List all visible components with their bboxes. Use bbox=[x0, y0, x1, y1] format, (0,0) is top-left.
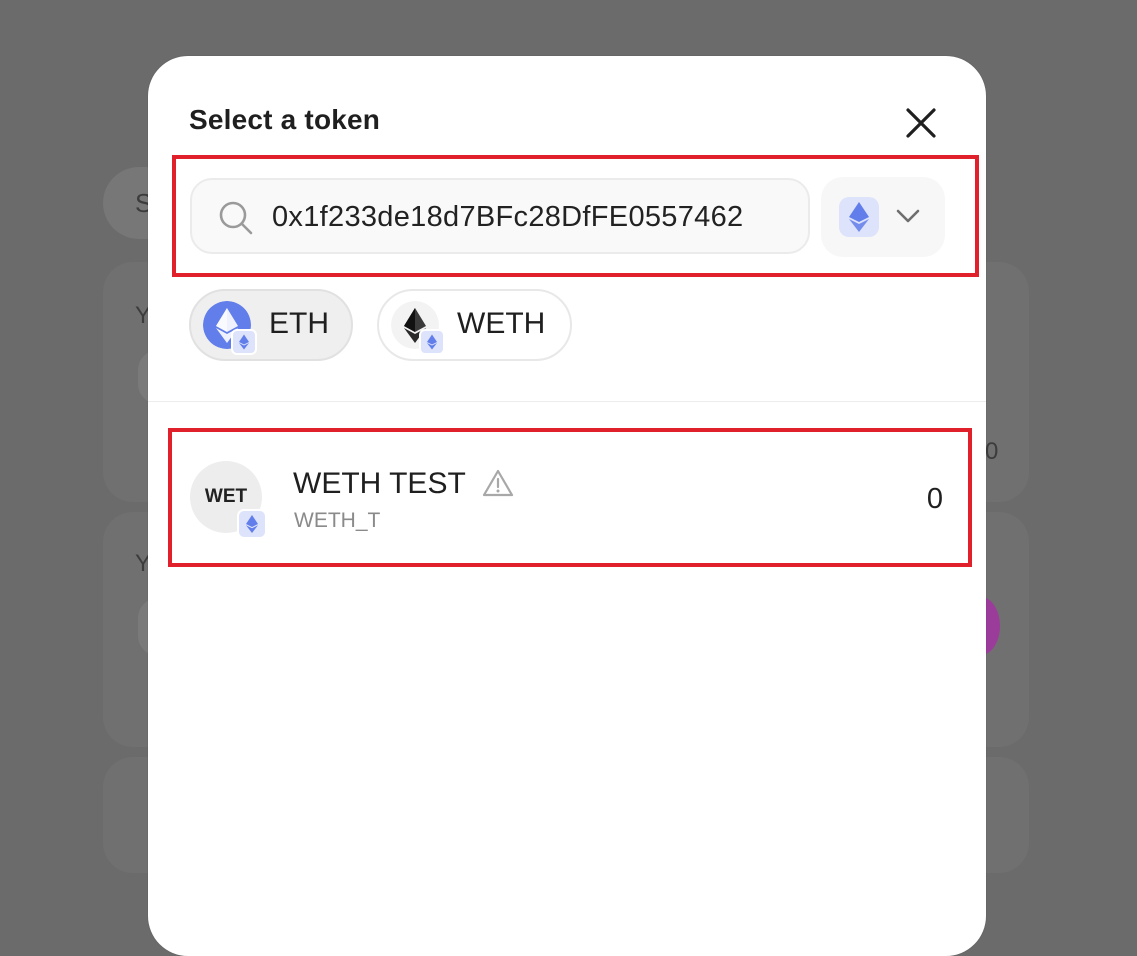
ethereum-icon bbox=[239, 334, 249, 350]
highlight-box-token-row bbox=[168, 428, 972, 567]
quick-token-label: WETH bbox=[457, 307, 546, 340]
quick-token-eth[interactable]: ETH bbox=[189, 289, 353, 361]
chain-badge bbox=[231, 329, 257, 355]
chain-badge bbox=[419, 329, 445, 355]
quick-token-weth[interactable]: WETH bbox=[377, 289, 572, 361]
ethereum-icon bbox=[427, 334, 437, 350]
divider bbox=[148, 401, 986, 402]
select-token-modal: Select a token 0x1f233de18d7BFc28DfFE055… bbox=[148, 56, 986, 956]
background-text-fragment: 0 bbox=[985, 438, 999, 465]
highlight-box-search bbox=[172, 155, 979, 277]
close-button[interactable] bbox=[900, 102, 942, 144]
quick-token-label: ETH bbox=[269, 307, 329, 340]
modal-title: Select a token bbox=[189, 104, 381, 135]
close-icon bbox=[906, 108, 936, 138]
